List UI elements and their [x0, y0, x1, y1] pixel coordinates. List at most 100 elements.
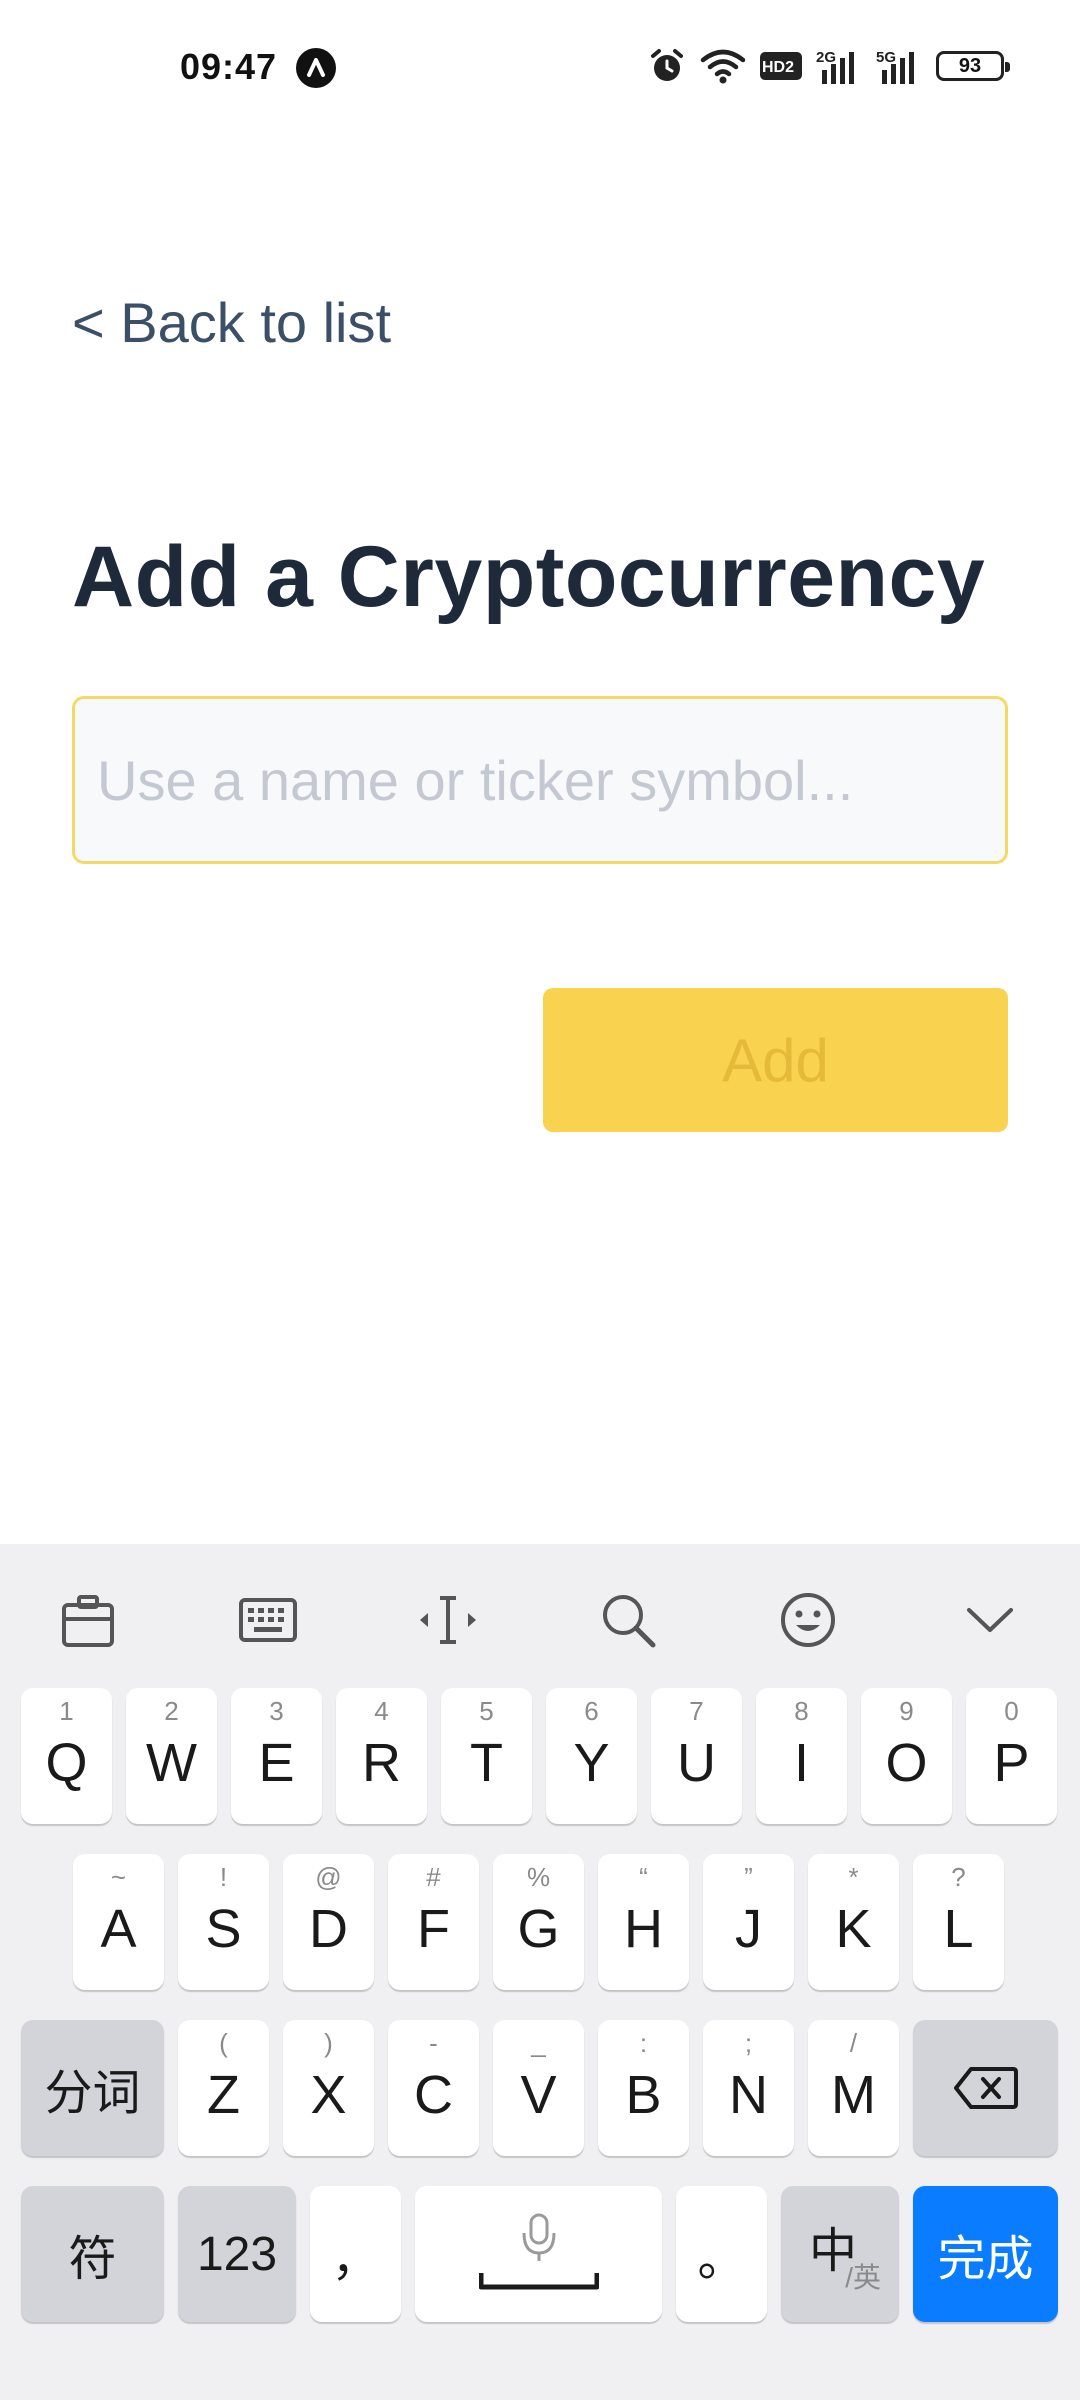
key-a-label: A [100, 1899, 137, 1959]
key-k-alt: * [848, 1862, 859, 1892]
key-v-label: V [520, 2065, 557, 2125]
key-n[interactable]: ; N [703, 2020, 794, 2156]
key-h[interactable]: “H [598, 1854, 689, 1990]
status-icons: HD2 2G 5G 93 [648, 46, 1010, 86]
key-z-alt: ( [219, 2028, 228, 2058]
key-n-label: N [729, 2065, 768, 2125]
key-v[interactable]: _ V [493, 2020, 584, 2156]
key-z[interactable]: (Z [178, 2020, 269, 2156]
period-key[interactable]: 。 [676, 2186, 767, 2322]
5g-label: 5G [876, 49, 896, 66]
done-key-label: 完成 [937, 2233, 1034, 2286]
symbols-key-label: 符 [68, 2233, 117, 2286]
key-g-label: G [517, 1899, 560, 1959]
key-w[interactable]: 2W [126, 1688, 217, 1824]
key-l[interactable]: ? L [913, 1854, 1004, 1990]
key-r-alt: 4 [374, 1696, 389, 1726]
collapse-chevron-icon[interactable] [958, 1588, 1022, 1652]
key-o-alt: 9 [899, 1696, 914, 1726]
add-button[interactable]: Add [543, 988, 1008, 1132]
hd-label: HD2 [762, 59, 794, 76]
key-s-alt: ! [219, 1862, 228, 1892]
key-p[interactable]: 0P [966, 1688, 1057, 1824]
key-k[interactable]: * K [808, 1854, 899, 1990]
key-b[interactable]: :B [598, 2020, 689, 2156]
clipboard-icon[interactable] [56, 1588, 120, 1652]
language-switch-key[interactable]: 中 /英 [781, 2186, 899, 2322]
key-b-label: B [625, 2065, 662, 2125]
keyboard-icon[interactable] [236, 1588, 300, 1652]
key-o-label: O [885, 1733, 928, 1793]
key-f[interactable]: # F [388, 1854, 479, 1990]
key-v-alt: _ [531, 2028, 546, 2058]
key-i[interactable]: 8I [756, 1688, 847, 1824]
2g-label: 2G [816, 49, 836, 66]
key-j[interactable]: ” J [703, 1854, 794, 1990]
key-c[interactable]: -C [388, 2020, 479, 2156]
key-k-label: K [835, 1899, 872, 1959]
key-i-alt: 8 [794, 1696, 809, 1726]
key-w-label: W [146, 1733, 197, 1793]
comma-key[interactable]: ， [310, 2186, 401, 2322]
key-p-label: P [993, 1733, 1030, 1793]
key-m-label: M [831, 2065, 876, 2125]
emoji-icon[interactable] [776, 1588, 840, 1652]
signal-2g-icon: 2G [816, 49, 854, 84]
key-b-alt: : [639, 2028, 648, 2058]
key-d[interactable]: @ D [283, 1854, 374, 1990]
key-x-label: X [310, 2065, 347, 2125]
battery-icon: 93 [936, 51, 1010, 81]
key-e[interactable]: 3E [231, 1688, 322, 1824]
key-u[interactable]: 7U [651, 1688, 742, 1824]
search-field[interactable] [72, 696, 1008, 864]
key-q-alt: 1 [59, 1696, 74, 1726]
key-q-label: Q [45, 1733, 88, 1793]
cursor-move-icon[interactable] [416, 1588, 480, 1652]
key-t[interactable]: 5T [441, 1688, 532, 1824]
key-x-alt: ) [324, 2028, 333, 2058]
numbers-key[interactable]: 123 [178, 2186, 296, 2322]
key-s-label: S [205, 1899, 242, 1959]
key-e-alt: 3 [269, 1696, 284, 1726]
segment-key-label: 分词 [44, 2067, 141, 2120]
key-d-label: D [309, 1899, 348, 1959]
app-notification-icon [296, 48, 336, 88]
backspace-key[interactable] [913, 2020, 1058, 2156]
key-f-label: F [417, 1899, 450, 1959]
key-w-alt: 2 [164, 1696, 179, 1726]
segment-key[interactable]: 分词 [21, 2020, 164, 2156]
space-key[interactable] [415, 2186, 662, 2322]
key-g[interactable]: % G [493, 1854, 584, 1990]
soft-keyboard: 1Q 2W 3E 4R 5T 6Y 7U 8I 9O 0P ~ A ! S @ D #… [0, 1544, 1080, 2400]
key-x[interactable]: ) X [283, 2020, 374, 2156]
symbols-key[interactable]: 符 [21, 2186, 164, 2322]
key-a[interactable]: ~ A [73, 1854, 164, 1990]
key-t-label: T [470, 1733, 503, 1793]
key-y[interactable]: 6Y [546, 1688, 637, 1824]
signal-5g-icon: 5G [876, 49, 914, 84]
comma-key-label: ， [331, 2233, 380, 2286]
key-h-alt: “ [639, 1862, 648, 1892]
key-u-alt: 7 [689, 1696, 704, 1726]
key-c-alt: - [429, 2028, 438, 2058]
back-to-list-link[interactable]: < Back to list [72, 290, 391, 355]
alarm-icon [651, 49, 683, 81]
key-m[interactable]: / M [808, 2020, 899, 2156]
key-f-alt: # [426, 1862, 441, 1892]
page-title: Add a Cryptocurrency [72, 529, 986, 625]
key-o[interactable]: 9O [861, 1688, 952, 1824]
key-s[interactable]: ! S [178, 1854, 269, 1990]
key-j-alt: ” [744, 1862, 753, 1892]
key-t-alt: 5 [479, 1696, 494, 1726]
key-h-label: H [624, 1899, 663, 1959]
done-key[interactable]: 完成 [913, 2186, 1058, 2322]
key-q[interactable]: 1Q [21, 1688, 112, 1824]
key-r[interactable]: 4R [336, 1688, 427, 1824]
search-input[interactable] [75, 699, 1005, 861]
wifi-icon [700, 49, 746, 84]
key-r-label: R [362, 1733, 401, 1793]
battery-level: 93 [958, 54, 982, 77]
key-d-alt: @ [315, 1862, 342, 1892]
key-j-label: J [735, 1899, 762, 1959]
search-icon[interactable] [596, 1588, 660, 1652]
